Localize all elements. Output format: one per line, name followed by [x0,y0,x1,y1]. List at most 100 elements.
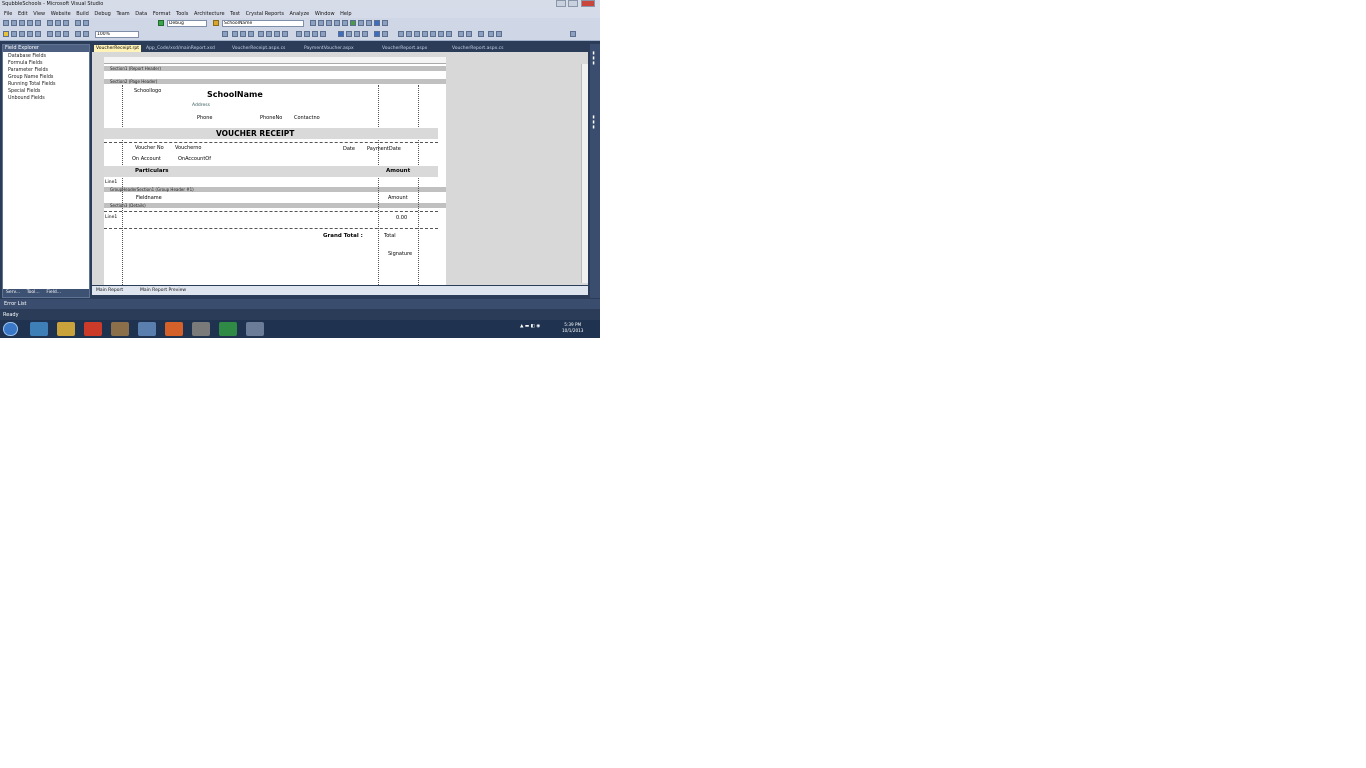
date-field[interactable]: PaymentDate [367,146,401,152]
system-tray-icons[interactable]: ▲ ▬ ◧ ◉ [520,324,540,329]
open-icon[interactable] [19,20,25,26]
close-button[interactable] [581,0,595,7]
insert-group-icon[interactable] [19,31,25,37]
doc-tab-mainreport-xsd[interactable]: App_Code/xsd/mainReport.xsd [146,45,215,52]
tree-item-group-name-fields[interactable]: Group Name Fields [8,75,53,80]
doc-tab-voucherreceipt-cs[interactable]: VoucherReceipt.aspx.cs [232,45,285,52]
section-group-header[interactable]: GroupHeaderSection1 (Group Header #1) [104,187,446,192]
address-field[interactable]: Address [192,103,210,108]
vertical-scrollbar[interactable] [581,64,588,283]
menu-window[interactable]: Window [315,11,335,17]
school-logo-field[interactable]: Schoollogo [134,88,161,94]
file-explorer-icon[interactable] [57,322,75,336]
start-button-icon[interactable] [3,322,18,336]
voucher-no-field[interactable]: Voucherno [175,145,201,151]
currency-icon[interactable] [296,31,302,37]
tab-server-explorer[interactable]: Serv... [6,290,20,295]
toolbar-overflow-icon[interactable] [570,31,576,37]
align-center-icon[interactable] [266,31,272,37]
minimize-button[interactable] [556,0,566,7]
size-grid-icon[interactable] [478,31,484,37]
insert-total-icon[interactable] [346,31,352,37]
save-icon[interactable] [27,20,33,26]
tool-app-icon[interactable] [246,322,264,336]
same-width-icon[interactable] [458,31,464,37]
section-details[interactable]: Section3 (Details) [104,203,446,208]
voucher-title[interactable]: VOUCHER RECEIPT [216,129,294,138]
school-name-field[interactable]: SchoolName [207,90,263,99]
formula-workshop-icon[interactable] [83,31,89,37]
firefox-icon[interactable] [165,322,183,336]
zoom-combo[interactable]: 100% [95,31,139,38]
section-report-header[interactable]: Section1 (Report Header) [104,66,446,71]
error-list-tab[interactable]: Error List [0,299,600,309]
tree-item-special-fields[interactable]: Special Fields [8,89,40,94]
phone-field[interactable]: PhoneNo [260,115,282,121]
tree-item-unbound-fields[interactable]: Unbound Fields [8,96,45,101]
menu-team[interactable]: Team [116,11,129,17]
new-project-icon[interactable] [3,20,9,26]
find-combo[interactable]: SchoolName [222,20,304,27]
start-page-icon[interactable] [366,20,372,26]
menu-format[interactable]: Format [153,11,171,17]
doc-tab-paymentvoucher-aspx[interactable]: PaymentVoucher.aspx [304,45,354,52]
doc-tab-voucherreport-aspx[interactable]: VoucherReport.aspx [382,45,427,52]
database-expert-icon[interactable] [354,31,360,37]
amount-field[interactable]: Amount [388,195,408,201]
thousands-icon[interactable] [312,31,318,37]
align-middles-icon[interactable] [406,31,412,37]
menu-analyze[interactable]: Analyze [290,11,310,17]
toolbox-icon[interactable] [334,20,340,26]
particulars-header[interactable]: Particulars [135,168,169,174]
error-list-icon[interactable] [358,20,364,26]
properties-icon[interactable] [318,20,324,26]
utorrent-icon[interactable] [219,322,237,336]
clock[interactable]: 5:39 PM 10/1/2013 [562,322,583,334]
section-page-header[interactable]: Section2 (Page Header) [104,79,446,84]
menu-website[interactable]: Website [51,11,71,17]
align-tops-icon[interactable] [398,31,404,37]
insert-subreport-icon[interactable] [374,31,380,37]
insert-chart-icon[interactable] [27,31,33,37]
percent-icon[interactable] [304,31,310,37]
visual-studio-icon[interactable] [138,322,156,336]
insert-text-object-icon[interactable] [3,31,9,37]
copy-icon[interactable] [55,20,61,26]
align-right-icon[interactable] [274,31,280,37]
insert-box-icon[interactable] [55,31,61,37]
server-explorer-icon[interactable] [350,20,356,26]
toolbar-options-icon[interactable] [382,20,388,26]
justify-icon[interactable] [282,31,288,37]
tab-main-report-preview[interactable]: Main Report Preview [140,288,186,293]
tree-item-database-fields[interactable]: Database Fields [8,54,46,59]
voucher-no-label[interactable]: Voucher No [135,145,164,151]
chrome-icon[interactable] [84,322,102,336]
find-icon[interactable] [213,20,219,26]
menu-test[interactable]: Test [230,11,240,17]
align-baseline-icon[interactable] [422,31,428,37]
menu-debug[interactable]: Debug [94,11,110,17]
object-browser-icon[interactable] [326,20,332,26]
line-object[interactable]: Line1 [105,180,117,185]
menu-crystal-reports[interactable]: Crystal Reports [246,11,284,17]
decimal-icon[interactable] [320,31,326,37]
select-expert-icon[interactable] [63,31,69,37]
insert-summary-icon[interactable] [11,31,17,37]
maximize-button[interactable] [568,0,578,7]
contact-field[interactable]: Contactno [294,115,320,121]
tab-field-explorer[interactable]: Field... [46,290,61,295]
align-left-icon[interactable] [258,31,264,37]
tree-item-parameter-fields[interactable]: Parameter Fields [8,68,48,73]
menu-edit[interactable]: Edit [18,11,28,17]
redo-icon[interactable] [83,20,89,26]
tab-main-report[interactable]: Main Report [96,288,123,293]
bring-front-icon[interactable] [496,31,502,37]
amount-header[interactable]: Amount [386,168,410,174]
align-lefts-icon[interactable] [430,31,436,37]
solution-explorer-icon[interactable] [310,20,316,26]
font-icon[interactable] [222,31,228,37]
add-item-icon[interactable] [11,20,17,26]
total-field[interactable]: Total [384,233,396,239]
send-back-icon[interactable] [488,31,494,37]
amount-zero-field[interactable]: 0.00 [396,215,407,221]
